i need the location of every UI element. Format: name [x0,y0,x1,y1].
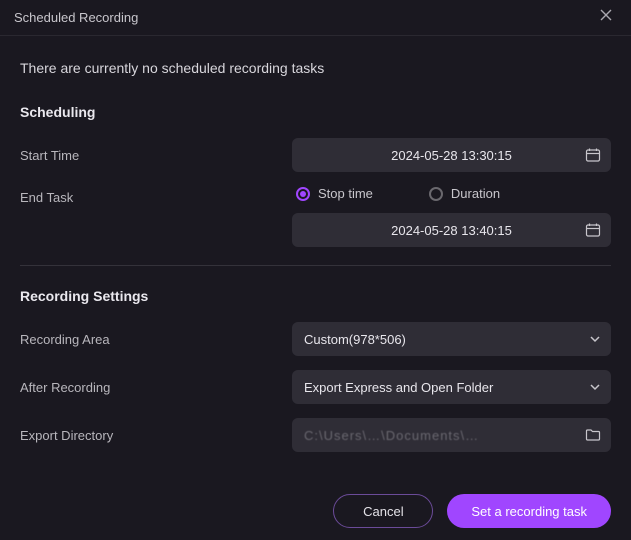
recording-area-label: Recording Area [20,332,292,347]
after-recording-select[interactable]: Export Express and Open Folder [292,370,611,404]
radio-icon [296,187,310,201]
export-directory-row: Export Directory C:\Users\…\Documents\… [20,418,611,452]
stop-time-input[interactable]: 2024-05-28 13:40:15 [292,213,611,247]
calendar-icon[interactable] [585,222,601,238]
export-directory-label: Export Directory [20,428,292,443]
set-recording-task-button[interactable]: Set a recording task [447,494,611,528]
scheduling-heading: Scheduling [20,104,611,120]
after-recording-row: After Recording Export Express and Open … [20,370,611,404]
recording-settings-heading: Recording Settings [20,288,611,304]
recording-area-select[interactable]: Custom(978*506) [292,322,611,356]
end-task-row: End Task Stop time Duration 2024-05-28 1… [20,186,611,247]
window-title: Scheduled Recording [14,10,138,25]
dialog-footer: Cancel Set a recording task [0,482,631,528]
chevron-down-icon [589,333,601,345]
chevron-down-icon [589,381,601,393]
radio-stop-time[interactable]: Stop time [296,186,373,201]
cancel-button[interactable]: Cancel [333,494,433,528]
start-time-row: Start Time 2024-05-28 13:30:15 [20,138,611,172]
start-time-label: Start Time [20,148,292,163]
export-directory-value: C:\Users\…\Documents\… [304,428,479,443]
stop-time-value: 2024-05-28 13:40:15 [391,223,512,238]
close-icon[interactable] [595,8,617,27]
end-task-radio-group: Stop time Duration [292,186,611,201]
radio-stop-time-label: Stop time [318,186,373,201]
section-divider [20,265,611,266]
radio-duration[interactable]: Duration [429,186,500,201]
start-time-value: 2024-05-28 13:30:15 [391,148,512,163]
recording-area-value: Custom(978*506) [304,332,406,347]
titlebar: Scheduled Recording [0,0,631,36]
after-recording-label: After Recording [20,380,292,395]
calendar-icon[interactable] [585,147,601,163]
status-message: There are currently no scheduled recordi… [20,60,611,76]
start-time-input[interactable]: 2024-05-28 13:30:15 [292,138,611,172]
folder-icon[interactable] [585,427,601,443]
export-directory-input[interactable]: C:\Users\…\Documents\… [292,418,611,452]
after-recording-value: Export Express and Open Folder [304,380,493,395]
radio-duration-label: Duration [451,186,500,201]
end-task-label: End Task [20,186,292,205]
dialog-content: There are currently no scheduled recordi… [0,36,631,482]
radio-icon [429,187,443,201]
recording-area-row: Recording Area Custom(978*506) [20,322,611,356]
